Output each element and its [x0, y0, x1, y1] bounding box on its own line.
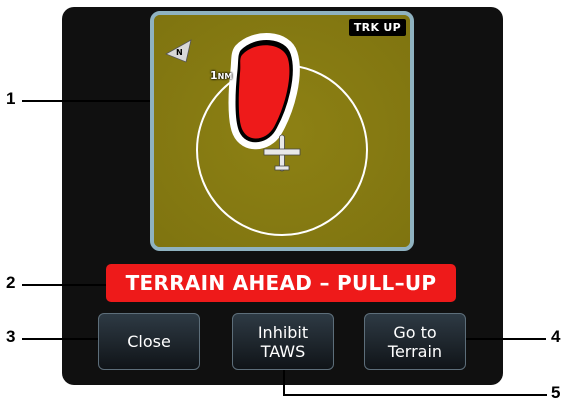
callout-number-5: 5 — [551, 383, 561, 402]
callout-number-2: 2 — [6, 273, 16, 292]
range-unit: NM — [217, 72, 233, 81]
callout-leader-4 — [466, 338, 546, 340]
callout-leader-5-horizontal — [283, 394, 547, 396]
range-ring-label: 1NM — [210, 69, 232, 82]
callout-number-3: 3 — [6, 327, 16, 346]
callout-number-4: 4 — [551, 327, 561, 346]
callout-leader-3 — [22, 338, 98, 340]
track-up-badge[interactable]: TRK UP — [348, 19, 406, 36]
inhibit-taws-button[interactable]: Inhibit TAWS — [232, 313, 334, 370]
callout-leader-1 — [22, 100, 150, 102]
terrain-alert-banner: TERRAIN AHEAD – PULL–UP — [106, 264, 456, 302]
close-button[interactable]: Close — [98, 313, 200, 370]
callout-number-1: 1 — [6, 89, 16, 108]
callout-leader-2 — [22, 284, 106, 286]
callout-leader-5-vertical — [283, 370, 285, 395]
range-value: 1 — [210, 69, 218, 82]
terrain-map-graphic: N — [154, 15, 410, 247]
terrain-map: N TRK UP 1NM — [150, 11, 414, 251]
north-letter: N — [176, 48, 183, 57]
go-to-terrain-button[interactable]: Go to Terrain — [364, 313, 466, 370]
